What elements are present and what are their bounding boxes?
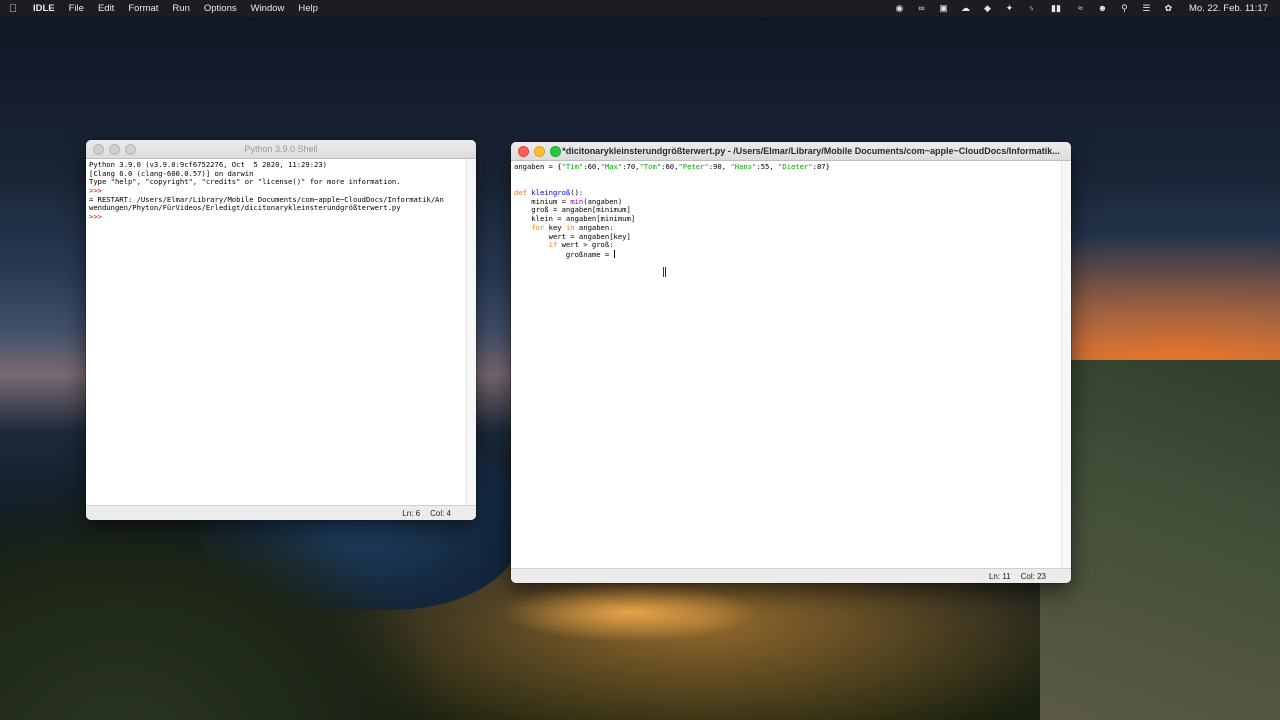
code-line-empty [514,180,1058,189]
menu-bar:  IDLE File Edit Format Run Options Wind… [0,0,1280,17]
text-cursor [613,249,615,258]
shell-restart-line: wendungen/Phyton/FürVideos/Erledigt/dici… [89,203,401,213]
mouse-ibeam-cursor-icon [663,267,666,277]
menu-help[interactable]: Help [291,3,325,14]
sparkle-icon[interactable]: ✦ [1004,4,1015,13]
shell-window: Python 3.9.0 Shell Python 3.9.0 (v3.9.0:… [86,140,476,520]
editor-column-number: Col: 23 [1020,571,1046,581]
battery-icon[interactable]: ▮▮ [1048,4,1064,13]
shell-zoom-button[interactable] [125,143,136,155]
wallpaper-hill-right [1040,360,1280,720]
zoom-icon[interactable]: ▣ [938,4,949,13]
menu-edit[interactable]: Edit [91,3,121,14]
shell-close-button[interactable] [93,143,104,155]
menubar-clock[interactable]: Mo. 22. Feb. 11:17 [1189,3,1268,14]
bluetooth-icon[interactable]: ᛃ [1026,4,1037,13]
editor-titlebar[interactable]: *dicitonarykleinsterundgrößterwert.py - … [511,142,1071,161]
siri-icon[interactable]: ✿ [1163,4,1174,13]
editor-scrollbar[interactable] [1061,161,1071,569]
editor-minimize-button[interactable] [534,145,545,157]
code-line-empty [514,172,1058,181]
shell-window-title: Python 3.9.0 Shell [244,144,318,154]
search-icon[interactable]: ⚲ [1119,4,1130,13]
menu-options[interactable]: Options [197,3,244,14]
editor-close-button[interactable] [518,145,529,157]
menu-app-idle[interactable]: IDLE [26,3,62,14]
menu-window[interactable]: Window [244,3,292,14]
editor-zoom-button[interactable] [550,145,561,157]
creative-cloud-icon[interactable]: ∞ [916,4,927,13]
editor-line-number: Ln: 11 [988,571,1011,581]
wifi-icon[interactable]: ≈ [1075,4,1086,13]
menu-format[interactable]: Format [121,3,165,14]
menu-file[interactable]: File [62,3,91,14]
shell-line-number: Ln: 6 [402,508,421,518]
record-icon[interactable]: ◉ [894,4,905,13]
shell-line: Type "help", "copyright", "credits" or "… [89,177,401,187]
wallpaper-city-lights [500,582,760,642]
control-center-icon[interactable]: ☰ [1141,4,1152,13]
shell-statusbar: Ln: 6 Col: 4 [86,505,476,520]
shell-output[interactable]: Python 3.9.0 (v3.9.0:9cf6752276, Oct 5 2… [86,159,466,506]
code-line: angaben = {"Tim":60,"Max":70,"Tom":60,"P… [514,162,830,171]
editor-window-title: *dicitonarykleinsterundgrößterwert.py - … [562,146,1060,156]
shell-scrollbar[interactable] [466,159,476,506]
apple-menu-icon[interactable]:  [0,3,26,15]
dropbox-icon[interactable]: ◆ [982,4,993,13]
status-menu-area: ◉ ∞ ▣ ☁ ◆ ✦ ᛃ ▮▮ ≈ ☻ ⚲ ☰ ✿ Mo. 22. Feb. … [894,3,1280,14]
code-editor[interactable]: angaben = {"Tim":60,"Max":70,"Tom":60,"P… [511,161,1061,569]
shell-column-number: Col: 4 [430,508,451,518]
cloud-icon[interactable]: ☁ [960,4,971,13]
code-line: if wert > groß: [548,240,614,250]
editor-statusbar: Ln: 11 Col: 23 [511,568,1071,583]
editor-window: *dicitonarykleinsterundgrößterwert.py - … [511,142,1071,583]
menu-run[interactable]: Run [165,3,196,14]
code-line: großname = [514,249,615,259]
user-icon[interactable]: ☻ [1097,4,1108,13]
shell-titlebar[interactable]: Python 3.9.0 Shell [86,140,476,159]
shell-minimize-button[interactable] [109,143,120,155]
shell-prompt: >>> [89,212,102,222]
